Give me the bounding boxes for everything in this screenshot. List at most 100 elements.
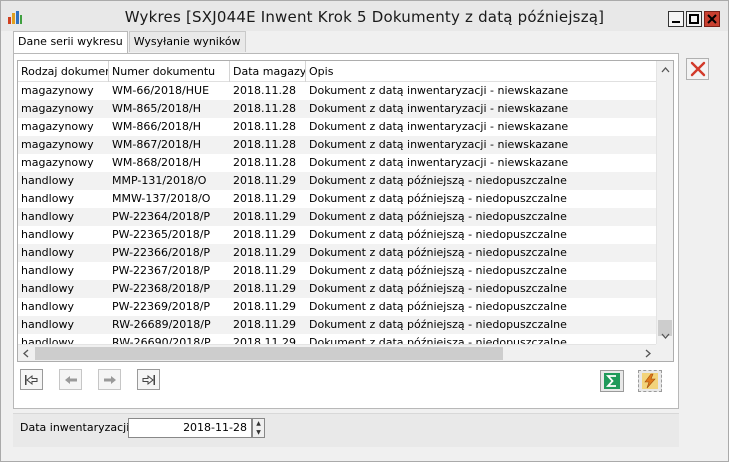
previous-record-icon: [64, 375, 77, 384]
cell-data: 2018.11.28: [233, 102, 296, 115]
minimize-icon: [672, 21, 680, 23]
table-row[interactable]: handlowy PW-22367/2018/P 2018.11.29 Dokumen…: [18, 262, 657, 280]
maximize-icon: [689, 14, 699, 24]
vertical-scrollbar[interactable]: [656, 61, 673, 344]
scroll-corner: [656, 344, 673, 361]
cell-data: 2018.11.29: [233, 174, 296, 187]
column-header-opis[interactable]: Opis: [306, 61, 657, 82]
cell-opis: Dokument z datą inwentaryzacji - niewska…: [309, 156, 569, 169]
chevron-right-icon: [645, 349, 651, 357]
spin-down-icon[interactable]: ▼: [253, 428, 264, 437]
cell-numer: PW-22368/2018/P: [112, 282, 211, 295]
table-row[interactable]: handlowy PW-22368/2018/P 2018.11.29 Dokumen…: [18, 280, 657, 298]
cell-data: 2018.11.29: [233, 264, 296, 277]
cell-opis: Dokument z datą późniejszą - niedopuszcz…: [309, 318, 567, 331]
cell-opis: Dokument z datą późniejszą - niedopuszcz…: [309, 264, 567, 277]
sum-button[interactable]: [600, 370, 624, 392]
table-row[interactable]: magazynowy WM-867/2018/H 2018.11.28 Dokumen…: [18, 136, 657, 154]
first-record-button[interactable]: [20, 369, 43, 390]
scroll-right-arrow[interactable]: [640, 345, 656, 361]
chevron-left-icon: [23, 349, 29, 357]
column-header-data[interactable]: Data magazynowa: [230, 61, 306, 82]
cell-opis: Dokument z datą późniejszą - niedopuszcz…: [309, 174, 567, 187]
cell-rodzaj: handlowy: [21, 174, 74, 187]
cell-rodzaj: handlowy: [21, 318, 74, 331]
cell-rodzaj: handlowy: [21, 300, 74, 313]
cell-numer: PW-22366/2018/P: [112, 246, 211, 259]
table-row[interactable]: magazynowy WM-868/2018/H 2018.11.28 Dokumen…: [18, 154, 657, 172]
cell-opis: Dokument z datą późniejszą - niedopuszcz…: [309, 210, 567, 223]
horizontal-scroll-thumb[interactable]: [35, 347, 503, 360]
cell-rodzaj: magazynowy: [21, 84, 94, 97]
cell-numer: MMP-131/2018/O: [112, 174, 207, 187]
cell-data: 2018.11.28: [233, 156, 296, 169]
scroll-up-arrow[interactable]: [657, 61, 673, 78]
cell-opis: Dokument z datą inwentaryzacji - niewska…: [309, 102, 569, 115]
last-record-button[interactable]: [137, 369, 160, 390]
cell-opis: Dokument z datą późniejszą - niedopuszcz…: [309, 282, 567, 295]
minimize-button[interactable]: [668, 11, 684, 27]
table-row[interactable]: handlowy PW-22365/2018/P 2018.11.29 Dokumen…: [18, 226, 657, 244]
cell-rodzaj: handlowy: [21, 246, 74, 259]
grid-rows: magazynowy WM-66/2018/HUE 2018.11.28 Dokume…: [18, 82, 657, 352]
cell-data: 2018.11.29: [233, 282, 296, 295]
cell-numer: PW-22369/2018/P: [112, 300, 211, 313]
title-bar[interactable]: Wykres [SXJ044E Inwent Krok 5 Dokumenty …: [1, 1, 728, 31]
delete-x-icon: [690, 61, 705, 77]
next-record-button[interactable]: [98, 369, 121, 390]
cell-rodzaj: magazynowy: [21, 156, 94, 169]
spin-up-icon[interactable]: ▲: [253, 419, 264, 428]
cell-numer: PW-22367/2018/P: [112, 264, 211, 277]
table-row[interactable]: handlowy PW-22366/2018/P 2018.11.29 Dokumen…: [18, 244, 657, 262]
close-icon: [707, 14, 717, 24]
cell-data: 2018.11.29: [233, 192, 296, 205]
maximize-button[interactable]: [686, 11, 702, 27]
cell-data: 2018.11.29: [233, 246, 296, 259]
cell-rodzaj: handlowy: [21, 228, 74, 241]
horizontal-scrollbar[interactable]: [18, 344, 657, 361]
cell-rodzaj: handlowy: [21, 282, 74, 295]
table-row[interactable]: handlowy MMP-131/2018/O 2018.11.29 Dokument…: [18, 172, 657, 190]
cell-numer: WM-868/2018/H: [112, 156, 202, 169]
table-row[interactable]: magazynowy WM-865/2018/H 2018.11.28 Dokumen…: [18, 100, 657, 118]
cell-opis: Dokument z datą późniejszą - niedopuszcz…: [309, 192, 567, 205]
table-row[interactable]: handlowy MMW-137/2018/O 2018.11.29 Dokument…: [18, 190, 657, 208]
documents-grid[interactable]: Rodzaj dokumentu Numer dokumentu Data ma…: [17, 60, 674, 362]
window-title: Wykres [SXJ044E Inwent Krok 5 Dokumenty …: [124, 8, 605, 26]
cell-opis: Dokument z datą późniejszą - niedopuszcz…: [309, 300, 567, 313]
scroll-left-arrow[interactable]: [18, 345, 34, 361]
table-row[interactable]: magazynowy WM-66/2018/HUE 2018.11.28 Dokume…: [18, 82, 657, 100]
delete-button[interactable]: [686, 58, 709, 80]
table-row[interactable]: handlowy PW-22369/2018/P 2018.11.29 Dokumen…: [18, 298, 657, 316]
cell-numer: WM-866/2018/H: [112, 120, 202, 133]
cell-opis: Dokument z datą inwentaryzacji - niewska…: [309, 84, 569, 97]
tab-strip: Dane serii wykresu Wysyłanie wyników: [13, 31, 247, 53]
cell-numer: WM-867/2018/H: [112, 138, 202, 151]
table-row[interactable]: handlowy RW-26689/2018/P 2018.11.29 Dokumen…: [18, 316, 657, 334]
cell-numer: PW-22364/2018/P: [112, 210, 211, 223]
first-record-icon: [25, 374, 38, 385]
tab-wysylanie-wynikow[interactable]: Wysyłanie wyników: [128, 31, 246, 52]
cell-opis: Dokument z datą inwentaryzacji - niewska…: [309, 138, 569, 151]
chevron-up-icon: [661, 66, 669, 72]
run-button[interactable]: [638, 370, 662, 392]
sigma-icon: [604, 373, 620, 389]
previous-record-button[interactable]: [59, 369, 82, 390]
column-header-rodzaj[interactable]: Rodzaj dokumentu: [18, 61, 109, 82]
inventory-date-input[interactable]: 2018-11-28: [128, 418, 252, 438]
cell-rodzaj: magazynowy: [21, 120, 94, 133]
column-header-numer[interactable]: Numer dokumentu: [109, 61, 230, 82]
close-button[interactable]: [704, 11, 720, 27]
date-spinner[interactable]: ▲ ▼: [252, 418, 265, 438]
cell-opis: Dokument z datą inwentaryzacji - niewska…: [309, 120, 569, 133]
cell-data: 2018.11.29: [233, 228, 296, 241]
cell-numer: RW-26689/2018/P: [112, 318, 211, 331]
table-row[interactable]: handlowy PW-22364/2018/P 2018.11.29 Dokumen…: [18, 208, 657, 226]
scroll-down-arrow[interactable]: [657, 327, 673, 344]
tab-dane-serii[interactable]: Dane serii wykresu: [13, 31, 128, 53]
cell-opis: Dokument z datą późniejszą - niedopuszcz…: [309, 228, 567, 241]
table-row[interactable]: magazynowy WM-866/2018/H 2018.11.28 Dokumen…: [18, 118, 657, 136]
cell-numer: MMW-137/2018/O: [112, 192, 211, 205]
last-record-icon: [142, 374, 155, 385]
cell-data: 2018.11.28: [233, 84, 296, 97]
